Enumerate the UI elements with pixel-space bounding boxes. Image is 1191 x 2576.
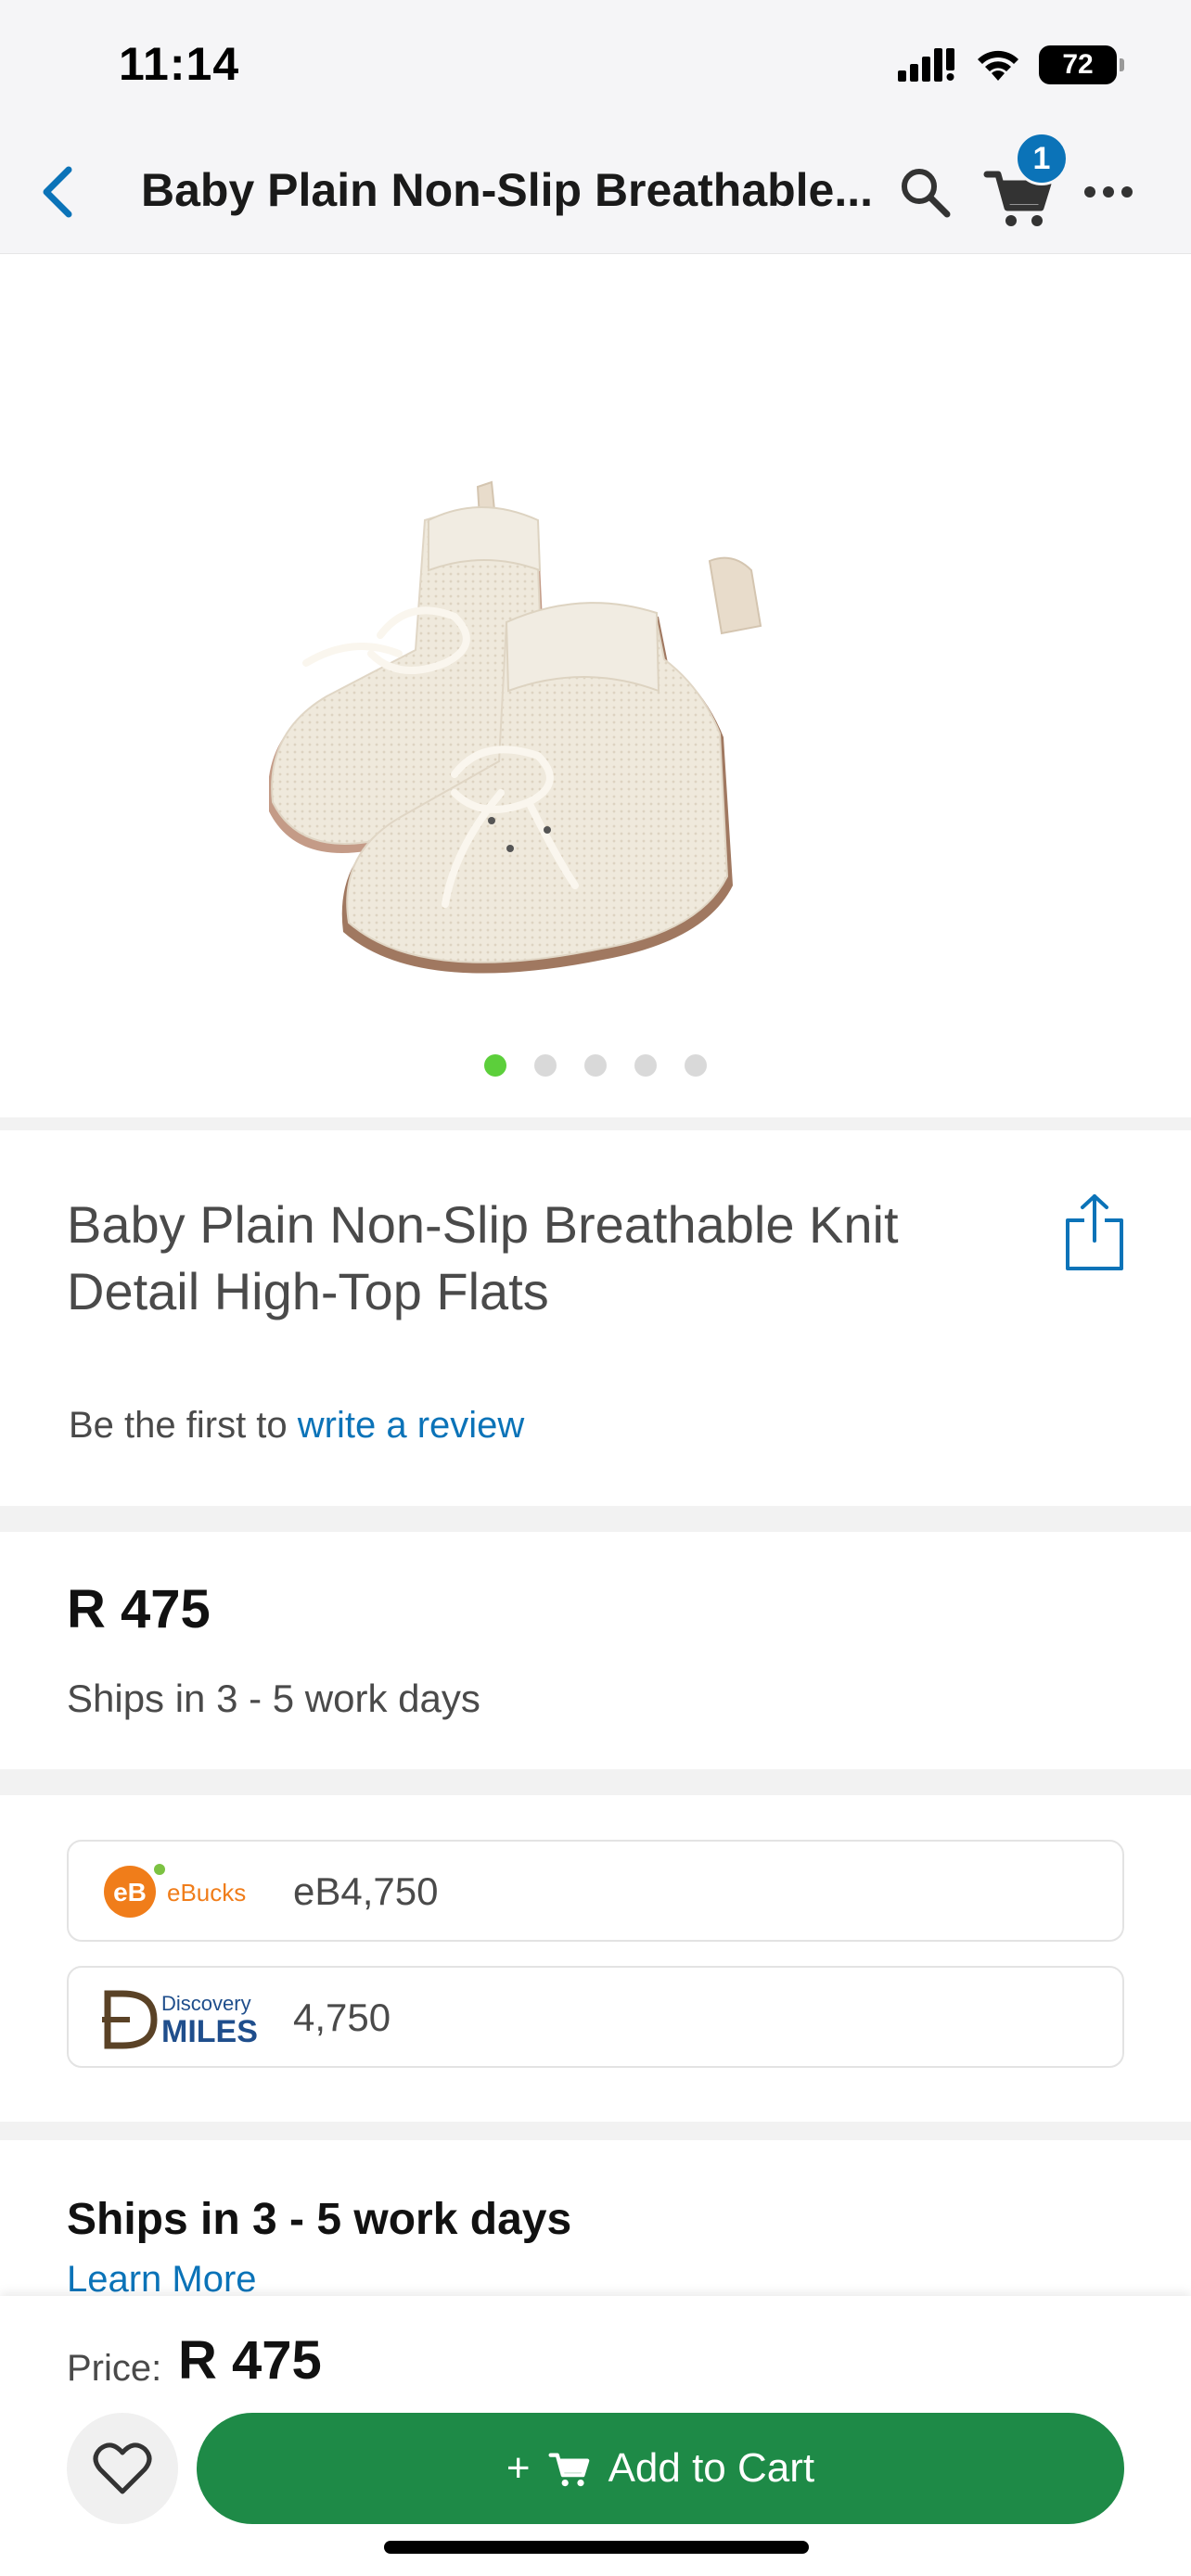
svg-text:eB: eB bbox=[113, 1878, 147, 1906]
product-gallery[interactable] bbox=[0, 255, 1191, 1117]
ebucks-logo: eB eBucks bbox=[104, 1864, 246, 1918]
cart-badge: 1 bbox=[1015, 132, 1069, 185]
wifi-icon bbox=[978, 50, 1018, 81]
price-label: Price: bbox=[67, 2348, 162, 2389]
product-title: Baby Plain Non-Slip Breathable Knit Deta… bbox=[67, 1195, 899, 1320]
review-prompt: Be the first to write a review bbox=[69, 1405, 524, 1447]
nav-bar: Baby Plain Non-Slip Breathable... bbox=[0, 130, 1191, 254]
bottom-action-bar: Price: R 475 + Add to Cart bbox=[0, 2296, 1191, 2576]
add-to-cart-button[interactable]: + Add to Cart bbox=[197, 2413, 1124, 2524]
share-button[interactable] bbox=[1057, 1186, 1132, 1279]
gallery-dot-1[interactable] bbox=[484, 1054, 506, 1077]
home-indicator bbox=[384, 2541, 809, 2554]
section-divider bbox=[0, 1117, 1191, 1130]
bottom-price: R 475 bbox=[178, 2330, 322, 2391]
page-title: Baby Plain Non-Slip Breathable... bbox=[141, 164, 874, 216]
svg-text:eBucks: eBucks bbox=[167, 1879, 246, 1906]
back-button[interactable] bbox=[30, 158, 85, 226]
plus-icon: + bbox=[506, 2445, 531, 2491]
cart-icon bbox=[548, 2453, 589, 2487]
status-icons: 72 bbox=[898, 45, 1124, 85]
more-options-button[interactable] bbox=[1076, 159, 1141, 224]
review-prefix: Be the first to bbox=[69, 1405, 298, 1446]
product-price: R 475 bbox=[67, 1579, 211, 1639]
status-bar: 11:14 72 bbox=[0, 0, 1191, 130]
discovery-miles-logo: Discovery MILES bbox=[102, 1990, 258, 2049]
wishlist-button[interactable] bbox=[67, 2413, 178, 2524]
svg-text:Discovery: Discovery bbox=[161, 1992, 251, 2015]
shipping-card: Ships in 3 - 5 work days Learn More bbox=[0, 2140, 1191, 2301]
product-image[interactable] bbox=[269, 385, 955, 1015]
gallery-dot-3[interactable] bbox=[584, 1054, 607, 1077]
product-title-card: Baby Plain Non-Slip Breathable Knit Deta… bbox=[0, 1130, 1191, 1506]
write-review-link[interactable]: write a review bbox=[298, 1405, 525, 1446]
discovery-miles-value: 4,750 bbox=[293, 1996, 391, 2039]
battery-icon: 72 bbox=[1039, 45, 1124, 84]
heart-icon bbox=[93, 2442, 152, 2494]
rewards-card: eB eBucks eB4,750 Discovery MILES 4,750 bbox=[0, 1795, 1191, 2122]
shipping-title: Ships in 3 - 5 work days bbox=[67, 2195, 572, 2244]
chevron-left-icon bbox=[43, 166, 72, 218]
svg-text:MILES: MILES bbox=[161, 2014, 258, 2049]
gallery-dot-2[interactable] bbox=[534, 1054, 557, 1077]
shipping-estimate: Ships in 3 - 5 work days bbox=[67, 1677, 480, 1720]
ebucks-value: eB4,750 bbox=[293, 1869, 439, 1913]
discovery-miles-row[interactable]: Discovery MILES 4,750 bbox=[67, 1966, 1124, 2068]
section-divider bbox=[0, 2122, 1191, 2140]
learn-more-link[interactable]: Learn More bbox=[67, 2259, 257, 2301]
gallery-dot-4[interactable] bbox=[634, 1054, 657, 1077]
search-icon bbox=[902, 169, 951, 218]
gallery-pagination[interactable] bbox=[0, 1054, 1191, 1077]
share-icon bbox=[1066, 1194, 1123, 1270]
more-dots-icon bbox=[1084, 186, 1133, 198]
ebucks-row[interactable]: eB eBucks eB4,750 bbox=[67, 1840, 1124, 1942]
search-button[interactable] bbox=[892, 159, 957, 224]
section-divider bbox=[0, 1769, 1191, 1795]
section-divider bbox=[0, 1506, 1191, 1532]
add-to-cart-label: Add to Cart bbox=[608, 2445, 815, 2491]
cellular-signal-icon bbox=[898, 48, 954, 82]
gallery-dot-5[interactable] bbox=[685, 1054, 707, 1077]
price-card: R 475 Ships in 3 - 5 work days bbox=[0, 1532, 1191, 1769]
status-time: 11:14 bbox=[119, 38, 240, 90]
